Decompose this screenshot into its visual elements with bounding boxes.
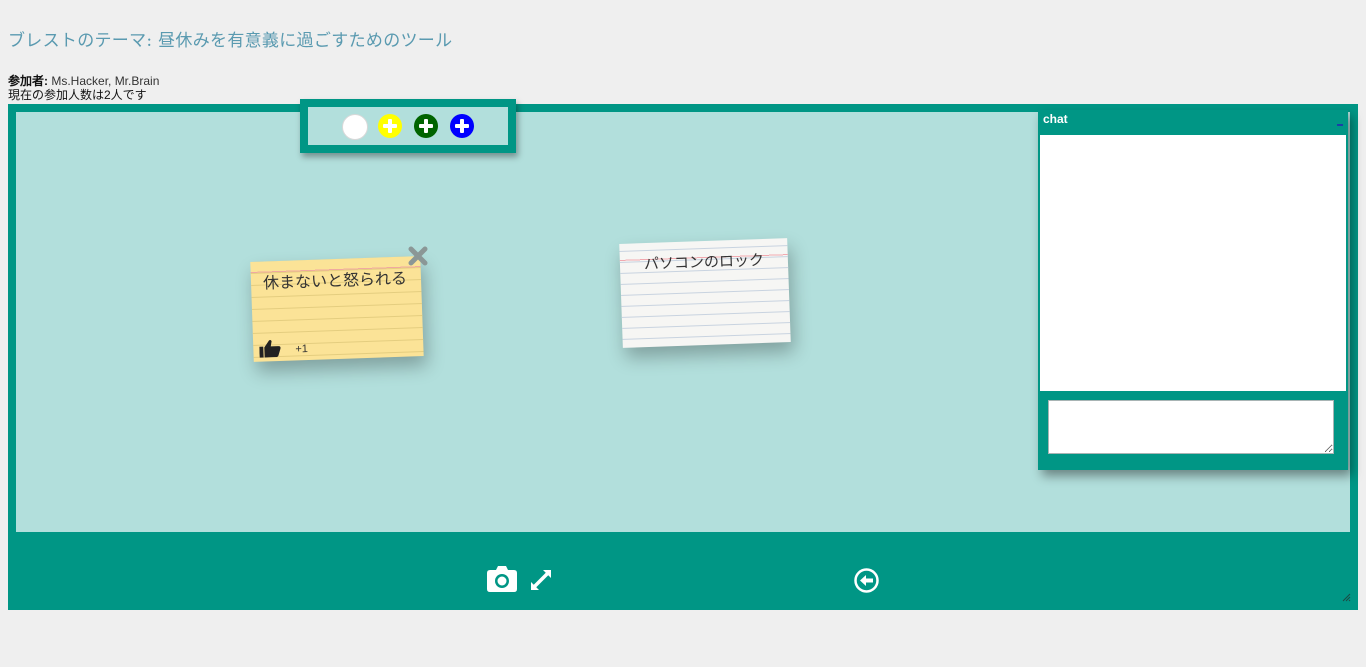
add-green-note-button[interactable] (414, 114, 438, 138)
participant-count: 現在の参加人数は2人です (8, 88, 147, 102)
exit-icon[interactable] (854, 568, 879, 593)
add-yellow-note-button[interactable] (378, 114, 402, 138)
add-blue-note-button[interactable] (450, 114, 474, 138)
expand-icon[interactable] (529, 568, 553, 592)
minimize-icon[interactable] (1337, 116, 1343, 126)
chat-title: chat (1043, 112, 1068, 126)
vote-count: +1 (295, 343, 309, 356)
chat-input[interactable] (1048, 400, 1334, 454)
camera-icon[interactable] (487, 566, 517, 592)
add-white-note-button[interactable] (342, 114, 368, 140)
note-text[interactable]: 休まないと怒られる (263, 264, 416, 293)
participants-info: 参加者: Ms.Hacker, Mr.Brain 現在の参加人数は2人です (8, 74, 159, 102)
chat-panel: chat (1038, 110, 1348, 470)
close-icon[interactable] (407, 245, 429, 267)
resize-grip-icon[interactable] (1341, 592, 1351, 602)
add-note-toolbar (300, 99, 516, 153)
participants-names: Ms.Hacker, Mr.Brain (51, 74, 160, 88)
page-title: ブレストのテーマ: 昼休みを有意義に過ごすためのツール (8, 31, 453, 51)
note-text[interactable]: パソコンのロック (644, 248, 783, 274)
sticky-note-white[interactable]: パソコンのロック (619, 238, 791, 348)
participants-line: 参加者: Ms.Hacker, Mr.Brain (8, 74, 159, 88)
sticky-note-yellow[interactable]: 休まないと怒られる +1 (250, 256, 424, 362)
thumbs-up-icon[interactable] (259, 339, 282, 358)
add-note-toolbar-inner (308, 107, 508, 145)
participants-label: 参加者: (8, 74, 48, 88)
chat-log (1040, 135, 1346, 391)
